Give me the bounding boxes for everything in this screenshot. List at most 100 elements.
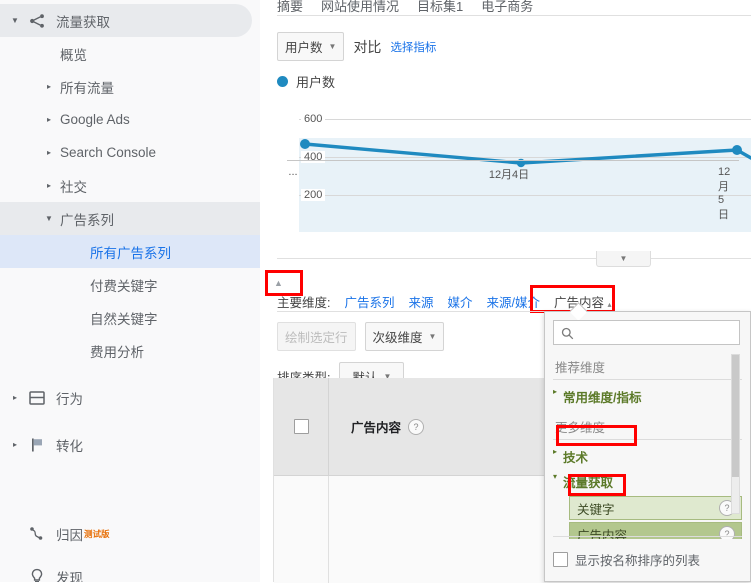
sidebar-section-acquisition[interactable]: ▼ 流量获取 xyxy=(0,4,252,37)
dimension-medium[interactable]: 媒介 xyxy=(448,292,473,311)
sidebar-item-label: 费用分析 xyxy=(90,344,144,360)
secondary-dimension-label: 次级维度 xyxy=(372,331,423,345)
select-metric-link[interactable]: 选择指标 xyxy=(390,39,436,55)
chevron-right-icon: ▸ xyxy=(553,387,558,396)
chevron-down-icon: ▼ xyxy=(45,214,53,223)
sidebar-item-cost-analysis[interactable]: 费用分析 xyxy=(0,334,260,367)
compare-label: 对比 xyxy=(353,38,382,55)
dropdown-footer: 显示按名称排序的列表 xyxy=(553,536,742,575)
scroll-up-arrow-icon[interactable]: ▲ xyxy=(274,278,283,288)
chevron-down-icon: ▾ xyxy=(553,472,558,481)
sidebar-item-social[interactable]: ▸ 社交 xyxy=(0,169,260,202)
sidebar-section-label: 转化 xyxy=(56,438,83,454)
dropdown-search-field[interactable] xyxy=(553,320,740,345)
tabs-divider xyxy=(277,15,751,16)
tab-goal-set-1[interactable]: 目标集1 xyxy=(417,0,463,14)
dropdown-search-input[interactable] xyxy=(573,324,739,341)
discover-bulb-icon xyxy=(22,568,52,582)
sidebar: ▼ 流量获取 概览 ▸ 所有流量 ▸ Google Ads ▸ Search C… xyxy=(0,0,260,582)
sidebar-item-overview[interactable]: 概览 xyxy=(0,37,260,70)
sidebar-item-search-console[interactable]: ▸ Search Console xyxy=(0,136,260,169)
select-all-cell[interactable] xyxy=(274,378,329,475)
sidebar-section-label: 行为 xyxy=(56,391,83,407)
legend-color-dot xyxy=(277,76,288,87)
chart-collapse-toggle[interactable]: ▼ xyxy=(596,251,651,267)
sidebar-item-label: 所有广告系列 xyxy=(90,245,171,261)
chevron-right-icon: ▸ xyxy=(12,393,17,402)
data-table: 广告内容 ? xyxy=(273,378,546,583)
dropdown-item-label: 关键字 xyxy=(577,502,615,517)
help-icon[interactable]: ? xyxy=(408,418,425,435)
secondary-dimension-button[interactable]: 次级维度 ▼ xyxy=(364,322,445,351)
dropdown-item-keyword[interactable]: 关键字 ? xyxy=(569,496,742,520)
sidebar-item-google-ads[interactable]: ▸ Google Ads xyxy=(0,103,260,136)
chevron-right-icon: ▸ xyxy=(46,181,51,190)
sidebar-item-organic-keywords[interactable]: 自然关键字 xyxy=(0,301,260,334)
sidebar-item-all-campaigns[interactable]: 所有广告系列 xyxy=(0,235,260,268)
sidebar-section-conversions[interactable]: ▸ 转化 xyxy=(0,428,260,461)
dropdown-group-label: 技术 xyxy=(563,451,589,465)
table-column-header-label: 广告内容 xyxy=(351,421,402,435)
report-tabs: 摘要 网站使用情况 目标集1 电子商务 xyxy=(265,0,533,14)
table-row-checkbox-column xyxy=(274,476,329,583)
dropdown-list: 推荐维度 ▸ 常用维度/指标 更多维度 ▸ 技术 ▾ 流量获取 关键字 ? 广告… xyxy=(553,353,742,539)
table-header-row: 广告内容 ? xyxy=(274,378,546,476)
behavior-window-icon xyxy=(22,390,52,405)
plot-rows-button[interactable]: 绘制选定行 xyxy=(277,322,356,351)
sorted-list-checkbox[interactable] xyxy=(553,551,568,567)
tab-site-usage[interactable]: 网站使用情况 xyxy=(321,0,399,14)
beta-badge: 测试版 xyxy=(84,528,110,539)
search-icon xyxy=(561,327,574,339)
chevron-down-icon: ▼ xyxy=(328,42,337,51)
chart-legend: 用户数 xyxy=(277,72,751,91)
sorted-list-label: 显示按名称排序的列表 xyxy=(575,553,701,568)
sidebar-item-attribution[interactable]: 归因 测试版 xyxy=(0,517,260,550)
ytick-200: 200 xyxy=(301,189,326,201)
sidebar-item-label: 社交 xyxy=(60,179,87,195)
sidebar-item-campaigns[interactable]: ▼ 广告系列 xyxy=(0,202,260,235)
chart-x-axis-line xyxy=(287,160,739,161)
table-row-content xyxy=(329,476,546,583)
sidebar-section-label: 流量获取 xyxy=(56,14,110,30)
table-body xyxy=(274,476,546,583)
dimension-source[interactable]: 来源 xyxy=(409,292,434,311)
ytick-400: 400 xyxy=(301,151,326,163)
sidebar-item-discover[interactable]: 发现 xyxy=(0,560,260,582)
dropdown-group-label: 常用维度/指标 xyxy=(563,391,642,405)
attribution-nodes-icon xyxy=(22,526,52,542)
table-column-header[interactable]: 广告内容 ? xyxy=(329,378,546,475)
sidebar-item-label: 付费关键字 xyxy=(90,278,158,294)
primary-dimension-label: 主要维度: xyxy=(277,296,331,310)
metric-dropdown-button[interactable]: 用户数 ▼ xyxy=(277,32,345,61)
dropdown-group-common-dimensions[interactable]: ▸ 常用维度/指标 xyxy=(553,384,742,409)
sidebar-section-behavior[interactable]: ▸ 行为 xyxy=(0,381,260,414)
xtick-ellipsis: ... xyxy=(288,166,298,178)
chevron-down-icon: ▼ xyxy=(11,16,19,25)
xtick-dec5: 12月5日 xyxy=(718,166,731,221)
sidebar-item-label: 所有流量 xyxy=(60,80,114,96)
dropdown-group-technology[interactable]: ▸ 技术 xyxy=(553,444,742,469)
dropdown-section-more: 更多维度 xyxy=(553,415,742,440)
dimension-campaign[interactable]: 广告系列 xyxy=(344,292,394,311)
sidebar-item-paid-keywords[interactable]: 付费关键字 xyxy=(0,268,260,301)
tab-ecommerce[interactable]: 电子商务 xyxy=(481,0,533,14)
dropdown-scrollbar-thumb[interactable] xyxy=(732,355,739,477)
sidebar-item-label: Search Console xyxy=(60,145,157,160)
select-all-checkbox[interactable] xyxy=(293,419,309,434)
conversion-flag-icon xyxy=(22,437,52,453)
chevron-down-icon: ▼ xyxy=(428,332,437,341)
dropdown-group-acquisition[interactable]: ▾ 流量获取 xyxy=(553,469,742,494)
tab-summary[interactable]: 摘要 xyxy=(277,0,303,14)
xtick-dec4: 12月4日 xyxy=(488,169,530,181)
sidebar-item-all-traffic[interactable]: ▸ 所有流量 xyxy=(0,70,260,103)
sidebar-item-label: 广告系列 xyxy=(60,212,114,228)
dropdown-section-recommended: 推荐维度 xyxy=(553,355,742,380)
chevron-right-icon: ▸ xyxy=(46,115,51,124)
metric-dropdown-label: 用户数 xyxy=(285,41,323,55)
chevron-right-icon: ▸ xyxy=(46,148,51,157)
dimension-picker-dropdown: 推荐维度 ▸ 常用维度/指标 更多维度 ▸ 技术 ▾ 流量获取 关键字 ? 广告… xyxy=(544,302,751,582)
chart-bottom-divider xyxy=(277,258,751,259)
sidebar-item-label: Google Ads xyxy=(60,112,130,127)
sidebar-item-label: 概览 xyxy=(60,47,87,63)
dropdown-scrollbar[interactable] xyxy=(731,354,740,514)
